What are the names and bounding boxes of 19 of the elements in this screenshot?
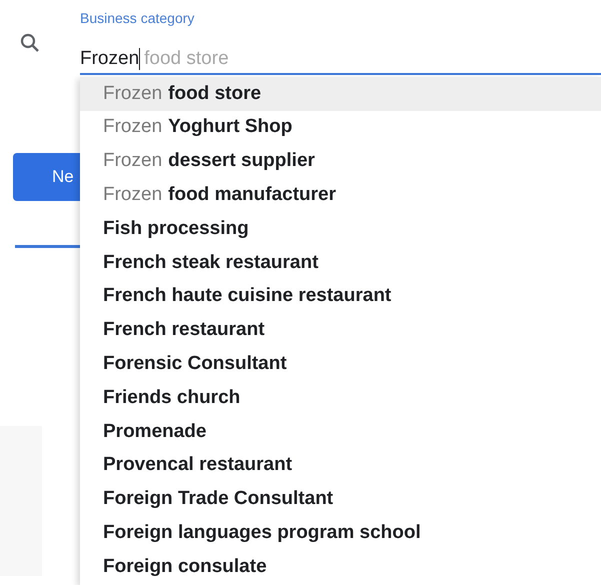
suggestion-item[interactable]: Promenade <box>80 414 601 449</box>
suggestion-item[interactable]: Forensic Consultant <box>80 347 601 382</box>
suggestion-item[interactable]: Fish processing <box>80 212 601 246</box>
suggestion-item[interactable]: Provencal restaurant <box>80 448 601 483</box>
suggestion-item[interactable]: Foreign languages program school <box>80 516 601 550</box>
suggestion-item[interactable]: Frozen dessert supplier <box>80 144 601 178</box>
field-label: Business category <box>80 9 196 27</box>
suggestion-item[interactable]: French restaurant <box>80 314 601 348</box>
next-button[interactable]: Ne <box>13 153 80 201</box>
autocomplete-hint: food store <box>144 47 229 71</box>
suggestion-item[interactable]: Frozen food store <box>80 77 601 111</box>
category-field[interactable]: Frozen food store <box>80 27 601 75</box>
suggestion-item[interactable]: Foreign consulate <box>80 550 601 584</box>
suggestion-item[interactable]: Frozen Yoghurt Shop <box>80 110 601 145</box>
suggestion-item[interactable]: Frozen food manufacturer <box>80 178 601 212</box>
suggestion-item[interactable]: Foreign Trade Consultant <box>80 482 601 516</box>
suggestion-item[interactable]: Friends church <box>80 381 601 415</box>
suggestion-item[interactable]: French haute cuisine restaurant <box>80 280 601 314</box>
suggestion-item[interactable]: French steak restaurant <box>80 246 601 280</box>
